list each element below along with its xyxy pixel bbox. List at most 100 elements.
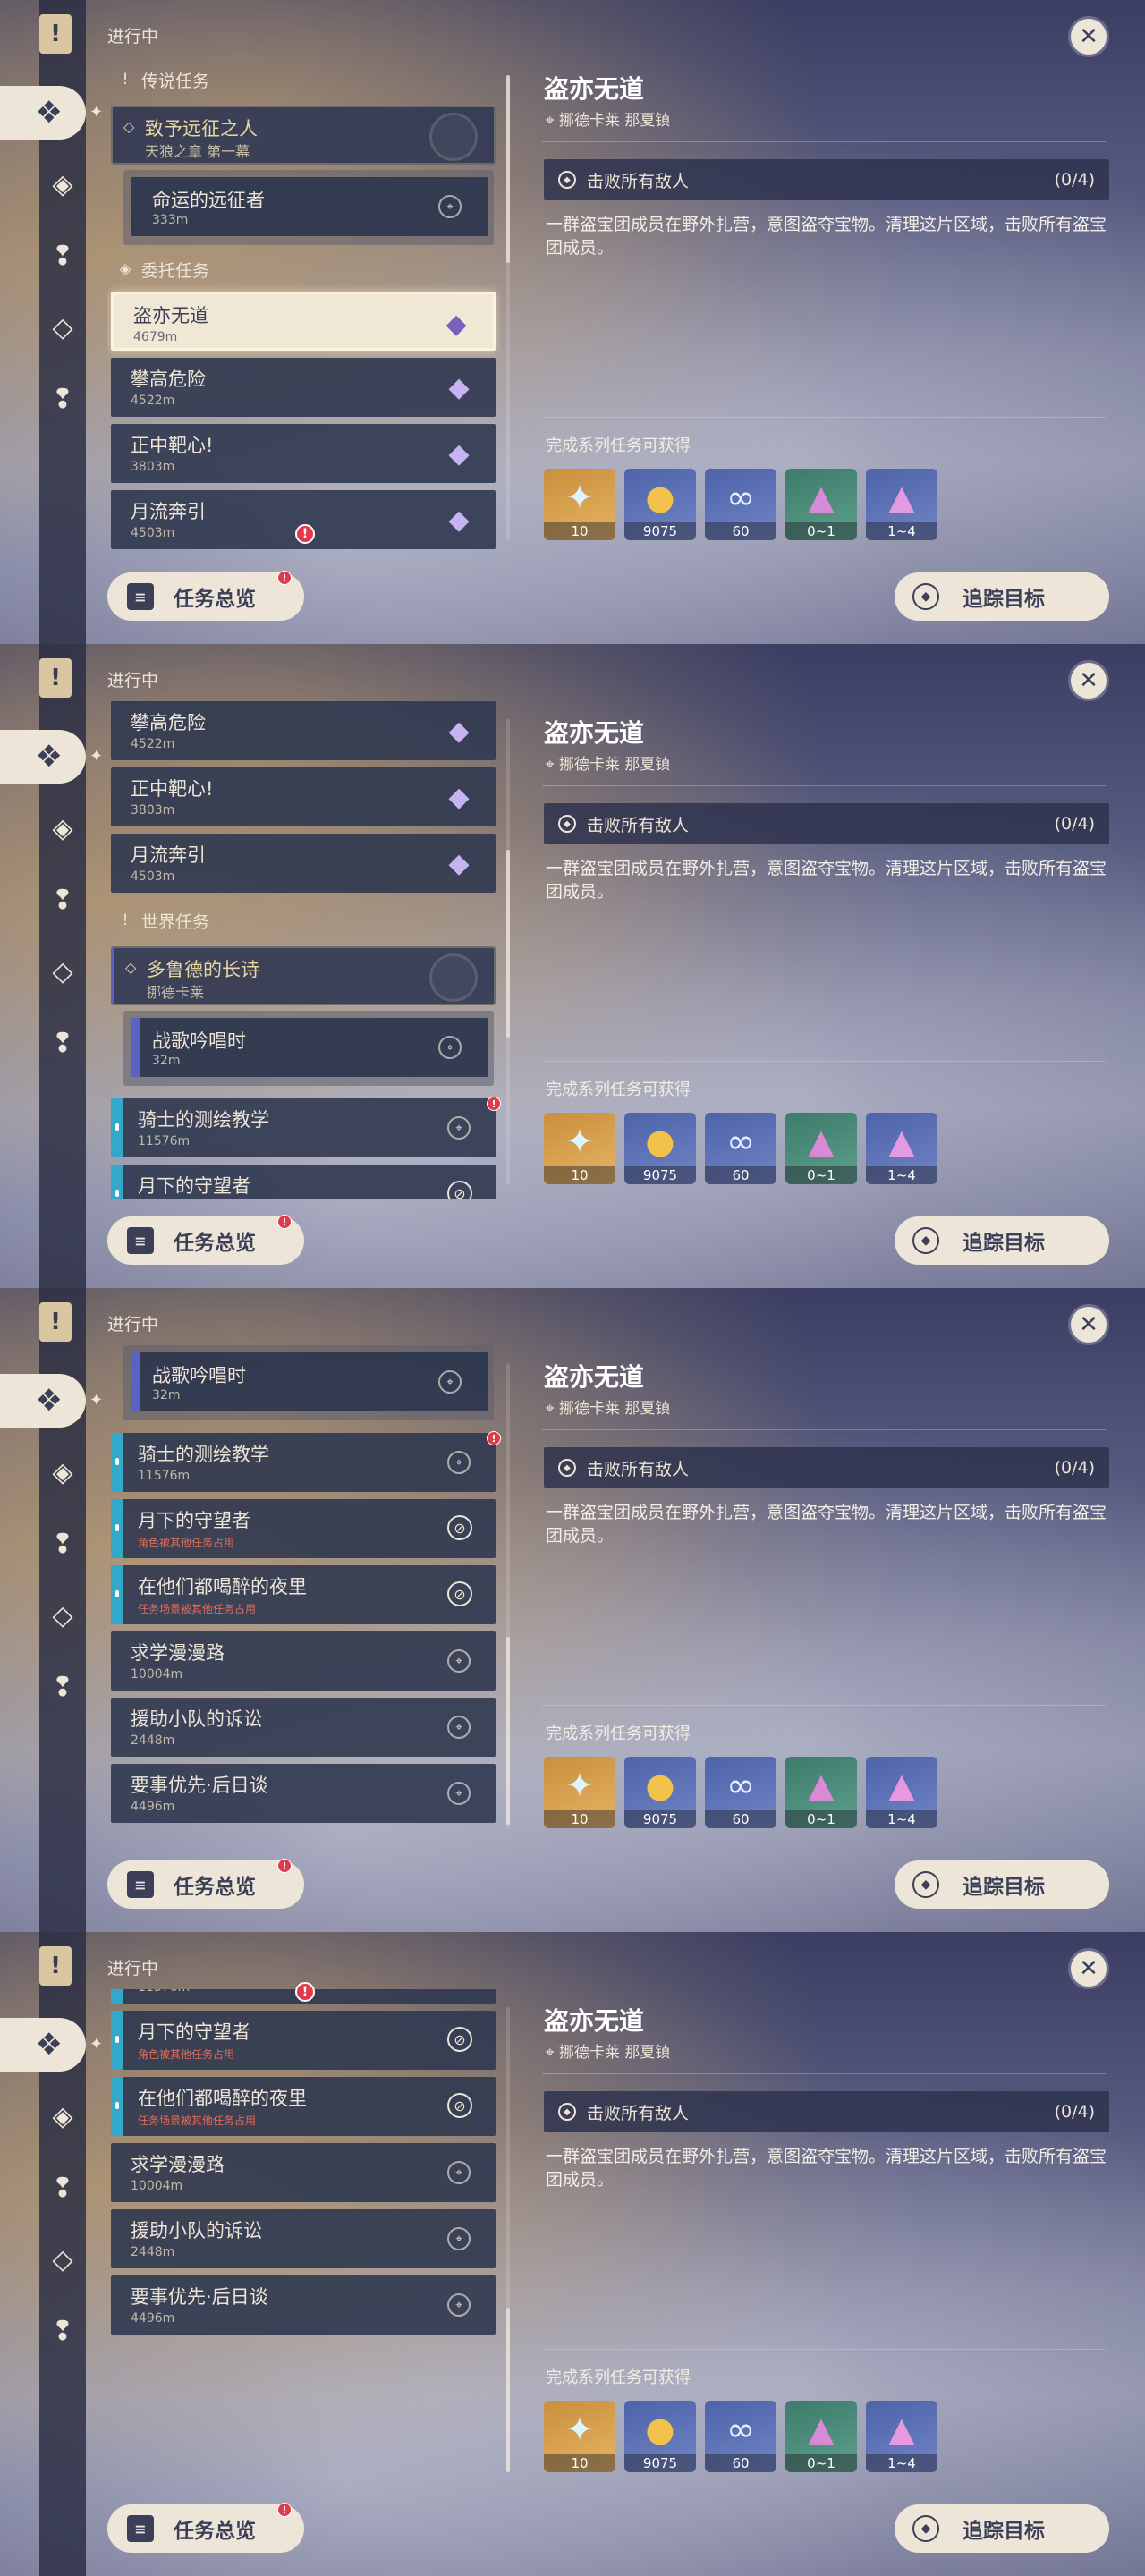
category-archon-icon[interactable]: ◈ (39, 2093, 86, 2140)
quest-overview-button[interactable]: ≡ 任务总览 (107, 2504, 304, 2553)
map-pin-icon[interactable]: ⌖ (447, 1451, 471, 1474)
reward-item[interactable]: ✦ 10 (544, 1757, 615, 1828)
reward-item[interactable]: ▲ 0~1 (785, 2401, 857, 2472)
quest-item[interactable]: 要事优先·后日谈 4496m ⌖ (111, 2275, 496, 2334)
category-archon-icon[interactable]: ◈ (39, 1449, 86, 1496)
category-legend-icon[interactable]: ◇ (39, 948, 86, 995)
commission-item[interactable]: 攀高危险 4522m ◆ (111, 701, 496, 760)
quest-item[interactable]: 求学漫漫路 10004m ⌖ (111, 1631, 496, 1690)
quest-item[interactable]: 求学漫漫路 10004m ⌖ (111, 2143, 496, 2202)
map-pin-icon[interactable]: ⌖ (447, 2293, 471, 2317)
category-story-icon[interactable]: ❢ (39, 233, 86, 279)
category-world-icon[interactable]: ❢ (39, 1664, 86, 1710)
category-legend-icon[interactable]: ◇ (39, 304, 86, 351)
quest-color-bar (131, 1352, 140, 1411)
commission-item[interactable]: 攀高危险 4522m ◆ (111, 358, 496, 417)
reward-item[interactable]: ▲ 1~4 (866, 2401, 937, 2472)
category-story-icon[interactable]: ❢ (39, 1521, 86, 1567)
scrollbar-thumb[interactable] (506, 2308, 510, 2472)
quest-group-legend[interactable]: ◇ 致予远征之人 天狼之章 第一幕 (111, 106, 496, 165)
quest-bookmark-icon[interactable]: ! (39, 1946, 72, 1986)
commission-item-selected[interactable]: 盗亦无道 4679m ◆ (111, 292, 496, 351)
map-pin-icon[interactable]: ⌖ (438, 1370, 462, 1394)
quest-item[interactable]: 要事优先·后日谈 4496m ⌖ (111, 1764, 496, 1823)
quest-group-world[interactable]: ◇ 多鲁德的长诗 挪德卡莱 (111, 946, 496, 1005)
reward-item[interactable]: ● 9075 (624, 2401, 696, 2472)
category-commission-active[interactable]: ❖ (0, 730, 86, 784)
map-pin-icon[interactable]: ⌖ (438, 195, 462, 218)
category-commission-active[interactable]: ❖ (0, 2018, 86, 2072)
reward-item[interactable]: ▲ 0~1 (785, 1757, 857, 1828)
track-target-button[interactable]: ◆ 追踪目标 (895, 1216, 1109, 1265)
quest-bookmark-icon[interactable]: ! (39, 1302, 72, 1342)
reward-item[interactable]: ✦ 10 (544, 469, 615, 540)
scrollbar-thumb[interactable] (506, 75, 510, 263)
world-quest-item[interactable]: 在他们都喝醉的夜里 任务场景被其他任务占用 ⊘ (111, 2077, 496, 2136)
map-pin-icon[interactable]: ⌖ (447, 2161, 471, 2184)
world-quest-item[interactable]: 月下的守望者 角色被其他任务占用 ⊘ (111, 1165, 496, 1199)
map-pin-icon[interactable]: ⌖ (447, 1649, 471, 1673)
world-quest-item[interactable]: 骑士的测绘教学 11576m ⌖ (111, 1098, 496, 1157)
commission-item[interactable]: 正中靶心! 3803m ◆ (111, 424, 496, 483)
category-legend-icon[interactable]: ◇ (39, 2236, 86, 2283)
quest-overview-button[interactable]: ≡ 任务总览 (107, 572, 304, 621)
category-legend-icon[interactable]: ◇ (39, 1592, 86, 1639)
category-archon-icon[interactable]: ◈ (39, 161, 86, 208)
commission-item[interactable]: 月流奔引 4503m ◆ (111, 834, 496, 893)
reward-item[interactable]: ● 9075 (624, 1113, 696, 1184)
quest-overview-button[interactable]: ≡ 任务总览 (107, 1860, 304, 1909)
reward-item[interactable]: ▲ 0~1 (785, 469, 857, 540)
world-quest-item[interactable]: 月下的守望者 角色被其他任务占用 ⊘ (111, 2011, 496, 2070)
scrollbar-thumb[interactable] (506, 1637, 510, 1825)
quest-overview-button[interactable]: ≡ 任务总览 (107, 1216, 304, 1265)
world-quest-item[interactable]: 月下的守望者 角色被其他任务占用 ⊘ (111, 1499, 496, 1558)
track-target-button[interactable]: ◆ 追踪目标 (895, 572, 1109, 621)
scrollbar-thumb[interactable] (506, 850, 510, 1038)
close-button[interactable]: ✕ (1068, 1304, 1109, 1345)
quest-list[interactable]: ! 传说任务 ◇ 致予远征之人 天狼之章 第一幕 命运的远征者 333m ⌖ ◈ 委… (107, 57, 501, 555)
track-target-button[interactable]: ◆ 追踪目标 (895, 2504, 1109, 2553)
category-archon-icon[interactable]: ◈ (39, 805, 86, 852)
quest-item[interactable]: 援助小队的诉讼 2448m ⌖ (111, 1698, 496, 1757)
reward-item[interactable]: ∞ 60 (705, 469, 776, 540)
quest-list[interactable]: 攀高危险 4522m ◆ 正中靶心! 3803m ◆ 月流奔引 4503m ◆ … (107, 701, 501, 1199)
category-story-icon[interactable]: ❢ (39, 877, 86, 923)
category-world-icon[interactable]: ❢ (39, 2308, 86, 2354)
reward-item[interactable]: ∞ 60 (705, 1757, 776, 1828)
reward-item[interactable]: ∞ 60 (705, 1113, 776, 1184)
category-story-icon[interactable]: ❢ (39, 2165, 86, 2211)
world-quest-item[interactable]: 在他们都喝醉的夜里 任务场景被其他任务占用 ⊘ (111, 1565, 496, 1624)
commission-item[interactable]: 正中靶心! 3803m ◆ (111, 767, 496, 826)
map-pin-icon[interactable]: ⌖ (447, 2227, 471, 2250)
reward-item[interactable]: ● 9075 (624, 469, 696, 540)
map-pin-icon[interactable]: ⌖ (447, 1116, 471, 1140)
reward-item[interactable]: ▲ 1~4 (866, 1757, 937, 1828)
world-quest-item[interactable]: 骑士的测绘教学 11576m ⌖ (111, 1433, 496, 1492)
category-world-icon[interactable]: ❢ (39, 1020, 86, 1066)
sub-quest-item[interactable]: 战歌吟唱时 32m ⌖ (131, 1018, 488, 1077)
reward-item[interactable]: ▲ 1~4 (866, 1113, 937, 1184)
reward-item[interactable]: ∞ 60 (705, 2401, 776, 2472)
close-button[interactable]: ✕ (1068, 1948, 1109, 1989)
category-commission-active[interactable]: ❖ (0, 86, 86, 140)
reward-item[interactable]: ✦ 10 (544, 2401, 615, 2472)
quest-list[interactable]: 战歌吟唱时 32m ⌖ 骑士的测绘教学 11576m ⌖ 月下的守望者 角色被其… (107, 1345, 501, 1843)
reward-item[interactable]: ▲ 0~1 (785, 1113, 857, 1184)
sub-quest-item[interactable]: 战歌吟唱时 32m ⌖ (131, 1352, 488, 1411)
quest-item[interactable]: 援助小队的诉讼 2448m ⌖ (111, 2209, 496, 2268)
reward-item[interactable]: ● 9075 (624, 1757, 696, 1828)
map-pin-icon[interactable]: ⌖ (447, 1716, 471, 1739)
quest-bookmark-icon[interactable]: ! (39, 658, 72, 698)
category-world-icon[interactable]: ❢ (39, 376, 86, 422)
category-commission-active[interactable]: ❖ (0, 1374, 86, 1428)
map-pin-icon[interactable]: ⌖ (447, 1782, 471, 1805)
sub-quest-item[interactable]: 命运的远征者 333m ⌖ (131, 177, 488, 236)
reward-item[interactable]: ✦ 10 (544, 1113, 615, 1184)
reward-item[interactable]: ▲ 1~4 (866, 469, 937, 540)
close-button[interactable]: ✕ (1068, 16, 1109, 57)
quest-bookmark-icon[interactable]: ! (39, 14, 72, 54)
track-target-button[interactable]: ◆ 追踪目标 (895, 1860, 1109, 1909)
quest-list[interactable]: 骑士的测绘教学 11576m ⌖ 月下的守望者 角色被其他任务占用 ⊘ 在他们都… (107, 1989, 501, 2487)
close-button[interactable]: ✕ (1068, 660, 1109, 701)
map-pin-icon[interactable]: ⌖ (438, 1036, 462, 1059)
